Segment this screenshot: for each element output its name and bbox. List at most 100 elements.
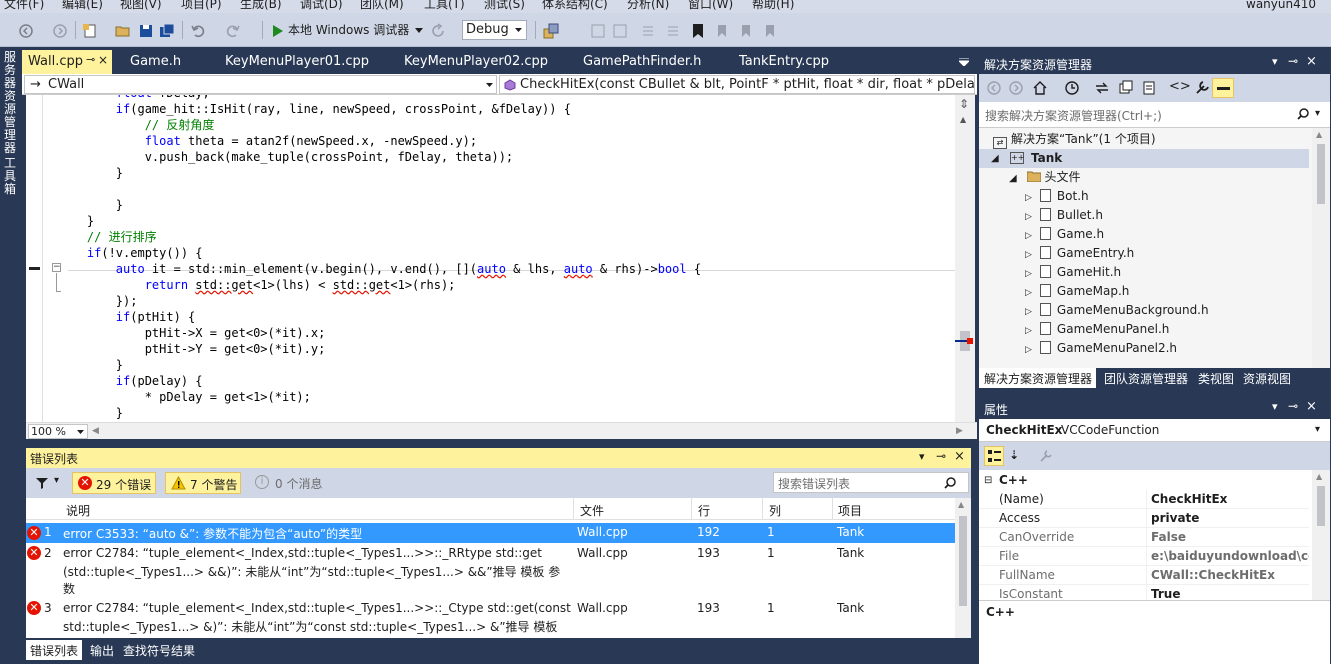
editor-vertical-scrollbar[interactable]: ⇕ ▲ [955, 95, 975, 422]
class-dropdown[interactable]: → CWall [24, 75, 497, 94]
error-row[interactable]: ✕ 3 error C2784: “tuple_element<_Index,s… [26, 599, 955, 637]
tree-item-file[interactable]: ▷ GameMenuBackground.h [1025, 301, 1209, 320]
property-row[interactable]: FullName CWall::CheckHitEx [979, 566, 1309, 585]
show-all-files-icon[interactable] [1141, 80, 1157, 96]
menu-architecture[interactable]: 体系结构(C) [542, 0, 608, 11]
property-pages-icon[interactable] [1039, 449, 1053, 463]
scroll-up-icon[interactable]: ▲ [1316, 130, 1322, 139]
alphabetical-icon[interactable]: ⇣ [1009, 448, 1019, 462]
tab-error-list[interactable]: 错误列表 [26, 640, 82, 660]
tab-tankentry[interactable]: TankEntry.cpp [739, 50, 829, 74]
column-col[interactable]: 列 [769, 502, 781, 519]
menu-view[interactable]: 视图(V) [120, 0, 162, 11]
user-name[interactable]: wanyun410 [1246, 0, 1316, 11]
property-row[interactable]: CanOverride False [979, 528, 1309, 547]
properties-object-select[interactable]: CheckHitEx VCCodeFunction ▾ [979, 419, 1330, 442]
chevron-down-icon[interactable]: ▾ [54, 475, 59, 486]
column-desc[interactable]: 说明 [66, 502, 90, 519]
save-icon[interactable] [138, 23, 154, 39]
panel-dropdown-icon[interactable]: ▾ [1272, 400, 1278, 413]
collapsed-icon[interactable]: ▷ [1025, 231, 1032, 241]
tab-output[interactable]: 输出 [90, 642, 114, 660]
pin-icon[interactable]: ⊸ [936, 449, 946, 463]
new-project-icon[interactable] [82, 23, 98, 39]
uncomment-icon[interactable] [665, 23, 681, 39]
scroll-up-icon[interactable]: ▲ [958, 500, 964, 509]
scroll-left-icon[interactable]: ◀ [92, 426, 99, 436]
config-select[interactable]: Debug [462, 20, 527, 40]
step-icon[interactable] [590, 23, 606, 39]
tree-scrollbar[interactable]: ▲ [1312, 128, 1330, 368]
pin-icon[interactable]: ⊸ [1288, 54, 1298, 68]
collapsed-icon[interactable]: ▷ [1025, 307, 1032, 317]
menu-build[interactable]: 生成(B) [240, 0, 282, 11]
panel-dropdown-icon[interactable]: ▾ [1272, 55, 1278, 68]
bookmark-icon[interactable] [692, 23, 704, 39]
menu-tools[interactable]: 工具(T) [424, 0, 465, 11]
properties-scrollbar[interactable]: ▲ [1312, 470, 1330, 600]
view-code-icon[interactable]: <> [1169, 79, 1191, 94]
sync-icon[interactable] [1094, 80, 1110, 96]
forward-icon[interactable] [1009, 81, 1023, 95]
chevron-down-icon[interactable]: ▾ [1315, 424, 1320, 435]
scroll-thumb[interactable] [1317, 144, 1325, 204]
panel-dropdown-icon[interactable]: ▾ [919, 450, 925, 463]
forward-icon[interactable] [52, 23, 68, 39]
split-icon[interactable]: ⇕ [959, 98, 969, 110]
debugger-button[interactable]: 本地 Windows 调试器 [288, 20, 409, 40]
tree-item-folder[interactable]: ◢ 头文件 [1009, 168, 1081, 187]
tree-item-solution[interactable]: ⇄ 解决方案“Tank”(1 个项目) [993, 130, 1156, 149]
errors-filter-button[interactable]: ✕ 29 个错误 [72, 472, 156, 494]
tree-item-file[interactable]: ▷ GameMenuPanel2.h [1025, 339, 1177, 358]
close-icon[interactable]: × [98, 53, 108, 67]
close-icon[interactable]: × [954, 449, 965, 464]
tab-resource-view[interactable]: 资源视图 [1243, 370, 1291, 388]
error-search-input[interactable]: 搜索错误列表 [773, 472, 969, 493]
chevron-down-icon[interactable]: ▾ [1315, 108, 1320, 119]
back-icon[interactable] [987, 81, 1001, 95]
chevron-down-icon[interactable] [415, 28, 423, 34]
collapsed-icon[interactable]: ▷ [1025, 250, 1032, 260]
column-file[interactable]: 文件 [580, 502, 604, 519]
menu-analyze[interactable]: 分析(N) [627, 0, 669, 11]
menu-test[interactable]: 测试(S) [484, 0, 525, 11]
menu-edit[interactable]: 编辑(E) [62, 0, 103, 11]
scroll-right-icon[interactable]: ▶ [956, 426, 963, 436]
error-row[interactable]: ✕ 1 error C3533: “auto &”: 参数不能为包含“auto”… [26, 523, 955, 543]
back-icon[interactable] [18, 23, 34, 39]
tree-item-file[interactable]: ▷ GameMap.h [1025, 282, 1129, 301]
tree-item-file[interactable]: ▷ GameHit.h [1025, 263, 1121, 282]
property-category[interactable]: ⊟ C++ [979, 471, 1309, 490]
refresh-icon[interactable] [430, 23, 446, 39]
collapsed-icon[interactable]: ▷ [1025, 326, 1032, 336]
property-row[interactable]: (Name) CheckHitEx [979, 490, 1309, 509]
column-line[interactable]: 行 [698, 502, 710, 519]
tree-item-file[interactable]: ▷ GameMenuPanel.h [1025, 320, 1169, 339]
menu-debug[interactable]: 调试(D) [300, 0, 343, 11]
collapsed-icon[interactable]: ▷ [1025, 269, 1032, 279]
pin-icon[interactable]: ⊸ [86, 53, 95, 66]
close-icon[interactable]: × [1306, 54, 1317, 69]
menu-project[interactable]: 项目(P) [181, 0, 222, 11]
undo-icon[interactable] [190, 23, 206, 39]
preview-button[interactable] [1212, 78, 1234, 98]
menu-team[interactable]: 团队(M) [360, 0, 404, 11]
categorized-button[interactable] [984, 446, 1004, 466]
tab-keymenuplayer01[interactable]: KeyMenuPlayer01.cpp [225, 50, 369, 74]
menu-file[interactable]: 文件(F) [4, 0, 44, 11]
tab-gamepathfinder[interactable]: GamePathFinder.h [583, 50, 701, 74]
solution-search-input[interactable]: 搜索解决方案资源管理器(Ctrl+;) ▾ [979, 102, 1330, 128]
tree-item-file[interactable]: ▷ Bullet.h [1025, 206, 1103, 225]
toolbox-tab[interactable]: 工具箱 [3, 157, 17, 196]
start-debug-icon[interactable] [272, 24, 284, 38]
tab-find-symbol[interactable]: 查找符号结果 [123, 642, 195, 660]
tab-wall-cpp[interactable]: Wall.cpp ⊸ × [22, 50, 112, 74]
save-all-icon[interactable] [159, 23, 175, 39]
messages-filter-button[interactable]: i 0 个消息 [249, 472, 329, 494]
menu-window[interactable]: 窗口(W) [688, 0, 733, 11]
step-over-icon[interactable] [612, 23, 628, 39]
collapsed-icon[interactable]: ▷ [1025, 345, 1032, 355]
scroll-up-icon[interactable]: ▲ [960, 115, 970, 124]
zoom-dropdown[interactable]: 100 % [28, 424, 88, 439]
collapsed-icon[interactable]: ▷ [1025, 193, 1032, 203]
